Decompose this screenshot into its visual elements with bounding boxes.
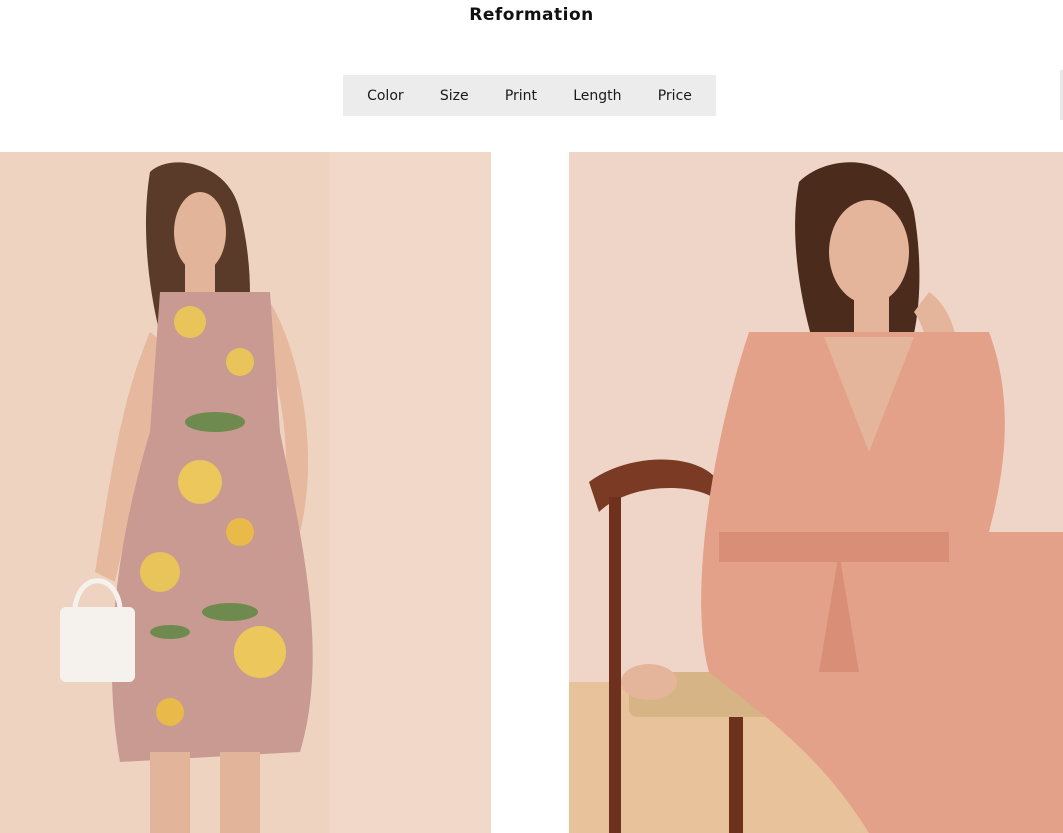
product-card-pink-jumpsuit[interactable] [569, 152, 1063, 833]
filter-bar: Color Size Print Length Price [343, 75, 716, 116]
product-image-floral-dress[interactable] [0, 152, 491, 833]
product-card-floral-dress[interactable] [0, 152, 491, 833]
filter-print[interactable]: Print [499, 84, 543, 108]
filter-length[interactable]: Length [567, 84, 627, 108]
product-image-pink-jumpsuit[interactable] [569, 152, 1063, 833]
filter-price[interactable]: Price [652, 84, 698, 108]
filter-size[interactable]: Size [434, 84, 475, 108]
brand-logo[interactable]: Reformation [0, 5, 1063, 25]
filter-color[interactable]: Color [361, 84, 410, 108]
